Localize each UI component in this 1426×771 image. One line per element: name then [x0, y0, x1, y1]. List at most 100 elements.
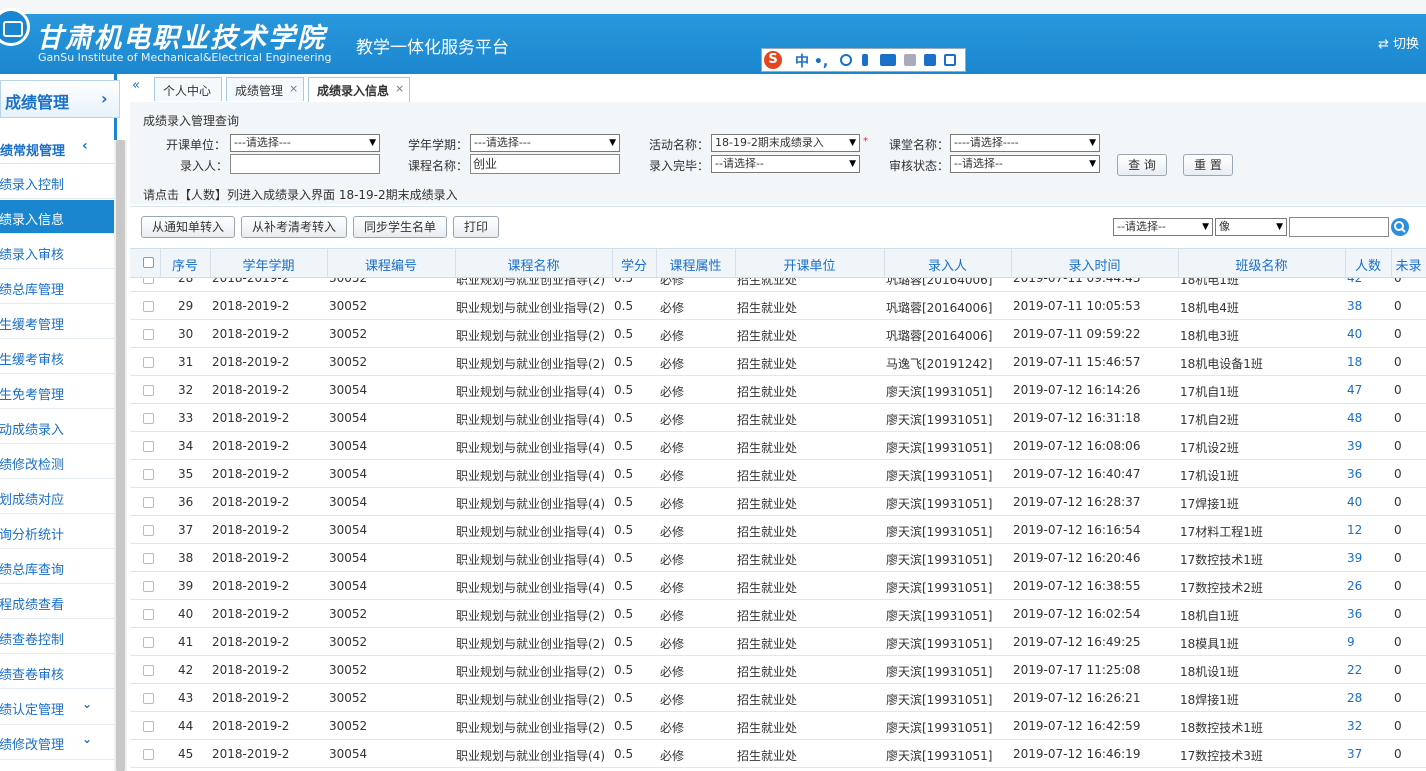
table-row[interactable]: 30 2018-2019-2 30052 职业规划与就业创业指导(2) 0.5 必修 招生就…	[130, 320, 1426, 348]
select-all-checkbox[interactable]	[143, 257, 154, 268]
student-count-link[interactable]: 37	[1347, 747, 1362, 761]
sidebar-item[interactable]: 绩总库管理	[0, 270, 114, 304]
row-checkbox[interactable]	[143, 329, 154, 340]
table-row[interactable]: 42 2018-2019-2 30052 职业规划与就业创业指导(2) 0.5 必修 招生就…	[130, 656, 1426, 684]
unit-select[interactable]: ---请选择---	[230, 134, 380, 152]
close-icon[interactable]: ×	[395, 82, 404, 95]
import-from-notice-button[interactable]: 从通知单转入	[141, 216, 235, 238]
table-row[interactable]: 41 2018-2019-2 30052 职业规划与就业创业指导(2) 0.5 必修 招生就…	[130, 628, 1426, 656]
table-row[interactable]: 32 2018-2019-2 30054 职业规划与就业创业指导(4) 0.5 必修 招生就…	[130, 376, 1426, 404]
sidebar-item[interactable]: 询分析统计	[0, 515, 114, 549]
reset-button[interactable]: 重 置	[1183, 154, 1233, 176]
sidebar-item[interactable]: 生缓考管理	[0, 305, 114, 339]
table-row[interactable]: 37 2018-2019-2 30054 职业规划与就业创业指导(4) 0.5 必修 招生就…	[130, 516, 1426, 544]
column-header[interactable]: 开课单位	[735, 255, 884, 274]
column-header[interactable]: 序号	[160, 255, 210, 274]
column-header[interactable]: 录入时间	[1011, 255, 1178, 274]
student-count-link[interactable]: 40	[1347, 327, 1362, 341]
row-checkbox[interactable]	[143, 637, 154, 648]
row-checkbox[interactable]	[143, 301, 154, 312]
user-icon[interactable]	[904, 54, 916, 66]
microphone-icon[interactable]	[862, 54, 868, 66]
search-button[interactable]: 查 询	[1117, 154, 1167, 176]
table-row[interactable]: 45 2018-2019-2 30054 职业规划与就业创业指导(4) 0.5 必修 招生就…	[130, 740, 1426, 768]
sidebar-subgroup[interactable]: 绩修改管理 ⌄	[0, 725, 114, 760]
student-count-link[interactable]: 39	[1347, 551, 1362, 565]
row-checkbox[interactable]	[143, 665, 154, 676]
grid-menu-icon[interactable]	[944, 54, 956, 66]
table-row[interactable]: 38 2018-2019-2 30054 职业规划与就业创业指导(4) 0.5 必修 招生就…	[130, 544, 1426, 572]
column-header[interactable]: 学年学期	[210, 255, 327, 274]
student-count-link[interactable]: 47	[1347, 383, 1362, 397]
column-header[interactable]: 课程名称	[455, 255, 612, 274]
table-row[interactable]: 35 2018-2019-2 30054 职业规划与就业创业指导(4) 0.5 必修 招生就…	[130, 460, 1426, 488]
column-header[interactable]: 课程编号	[327, 255, 455, 274]
term-select[interactable]: ---请选择---	[470, 134, 620, 152]
search-icon[interactable]	[1391, 218, 1409, 236]
filter-value-input[interactable]	[1289, 217, 1389, 237]
student-count-link[interactable]: 42	[1347, 278, 1362, 285]
ime-logo-icon[interactable]: S	[764, 51, 782, 69]
student-count-link[interactable]: 36	[1347, 607, 1362, 621]
column-header[interactable]: 课程属性	[656, 255, 735, 274]
sidebar-item[interactable]: 绩修改检测	[0, 445, 114, 479]
sidebar-item[interactable]: 生免考管理	[0, 375, 114, 409]
class-select[interactable]: ----请选择----	[950, 134, 1100, 152]
table-row[interactable]: 39 2018-2019-2 30054 职业规划与就业创业指导(4) 0.5 必修 招生就…	[130, 572, 1426, 600]
row-checkbox[interactable]	[143, 609, 154, 620]
student-count-link[interactable]: 18	[1347, 355, 1362, 369]
row-checkbox[interactable]	[143, 469, 154, 480]
row-checkbox[interactable]	[143, 749, 154, 760]
tab-score-management[interactable]: 成绩管理 ×	[226, 77, 304, 101]
row-checkbox[interactable]	[143, 385, 154, 396]
sidebar-item[interactable]: 绩总库查询	[0, 550, 114, 584]
switch-button[interactable]: ⇄ 切换	[1378, 33, 1419, 52]
row-checkbox[interactable]	[143, 581, 154, 592]
sidebar-item[interactable]: 划成绩对应	[0, 480, 114, 514]
student-count-link[interactable]: 48	[1347, 411, 1362, 425]
sidebar-item[interactable]: 生缓考审核	[0, 340, 114, 374]
column-header[interactable]: 班级名称	[1178, 255, 1345, 274]
tab-scroll-left-icon[interactable]: «	[132, 78, 140, 93]
row-checkbox[interactable]	[143, 357, 154, 368]
tab-score-entry-info[interactable]: 成绩录入信息 ×	[308, 77, 410, 103]
sync-student-list-button[interactable]: 同步学生名单	[353, 216, 447, 238]
table-row[interactable]: 29 2018-2019-2 30052 职业规划与就业创业指导(2) 0.5 必修 招生就…	[130, 292, 1426, 320]
row-checkbox[interactable]	[143, 497, 154, 508]
student-count-link[interactable]: 32	[1347, 719, 1362, 733]
tab-personal-center[interactable]: 个人中心	[154, 77, 222, 101]
filter-field-select[interactable]: --请选择--	[1113, 218, 1213, 236]
done-select[interactable]: --请选择--	[711, 155, 860, 173]
close-icon[interactable]: ×	[289, 82, 298, 95]
table-row[interactable]: 34 2018-2019-2 30054 职业规划与就业创业指导(4) 0.5 必修 招生就…	[130, 432, 1426, 460]
sidebar-subgroup[interactable]: 绩认定管理 ⌄	[0, 690, 114, 725]
keyboard-icon[interactable]	[880, 54, 896, 66]
sidebar-group[interactable]: 绩常规管理 ‹	[0, 132, 114, 164]
sidebar-item[interactable]: 程成绩查看	[0, 585, 114, 619]
student-count-link[interactable]: 9	[1347, 635, 1355, 649]
sidebar-item[interactable]: 绩查卷审核	[0, 655, 114, 689]
audit-select[interactable]: --请选择--	[950, 155, 1100, 173]
sidebar-title[interactable]: 成绩管理 ›	[0, 80, 120, 118]
row-checkbox[interactable]	[143, 525, 154, 536]
entrant-input[interactable]	[230, 154, 380, 174]
student-count-link[interactable]: 39	[1347, 439, 1362, 453]
course-input[interactable]: 创业	[470, 154, 620, 174]
row-checkbox[interactable]	[143, 441, 154, 452]
student-count-link[interactable]: 22	[1347, 663, 1362, 677]
filter-operator-select[interactable]: 像	[1215, 218, 1287, 236]
sidebar-item[interactable]: 动成绩录入	[0, 410, 114, 444]
print-button[interactable]: 打印	[453, 216, 499, 238]
student-count-link[interactable]: 36	[1347, 467, 1362, 481]
row-checkbox[interactable]	[143, 278, 154, 284]
activity-select[interactable]: 18-19-2期末成绩录入	[711, 134, 860, 152]
sidebar-item[interactable]: 绩录入控制	[0, 165, 114, 199]
column-header[interactable]: 录入人	[884, 255, 1011, 274]
column-header[interactable]: 未录	[1391, 255, 1426, 274]
row-checkbox[interactable]	[143, 721, 154, 732]
skin-icon[interactable]	[924, 54, 936, 66]
sidebar-item[interactable]: 绩录入信息	[0, 200, 114, 234]
column-header[interactable]: 人数	[1345, 255, 1391, 274]
table-body[interactable]: 28 2018-2019-2 30052 职业规划与就业创业指导(2) 0.5 必修 招生就…	[130, 278, 1426, 771]
table-row[interactable]: 40 2018-2019-2 30052 职业规划与就业创业指导(2) 0.5 必修 招生就…	[130, 600, 1426, 628]
